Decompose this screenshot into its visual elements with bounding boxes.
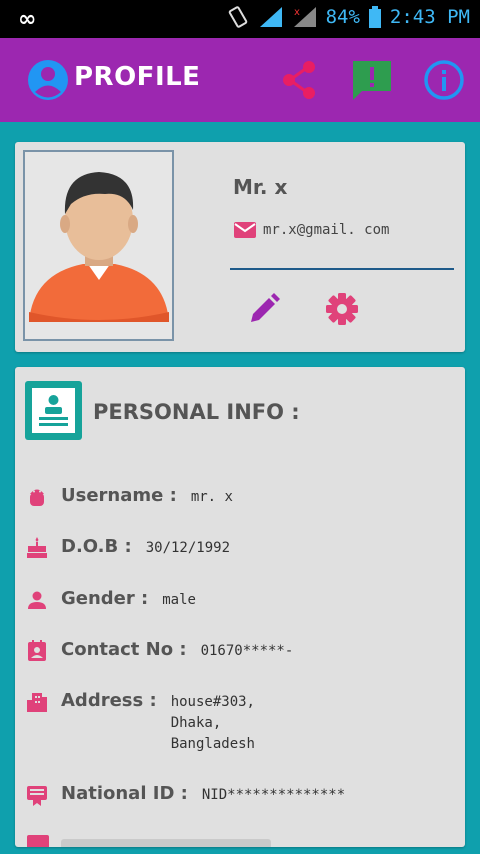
email-row: mr.x@gmail. com: [233, 220, 389, 240]
info-label: Contact No :: [61, 639, 187, 660]
info-row-username: Username : mr. x: [25, 485, 233, 509]
info-row-contact: Contact No : 01670*****-: [25, 639, 293, 663]
feedback-icon[interactable]: [350, 58, 394, 102]
partial-next-row-label: [61, 839, 271, 847]
infinity-icon: ∞: [18, 7, 37, 32]
building-icon: [27, 693, 47, 712]
settings-icon[interactable]: [325, 292, 359, 326]
personal-info-heading: PERSONAL INFO :: [93, 400, 300, 424]
divider: [230, 268, 454, 270]
personal-info-card: PERSONAL INFO : Username : mr. x D.O.B :…: [15, 367, 465, 847]
app-bar: PROFILE: [0, 38, 480, 122]
battery-percent: 84%: [325, 6, 360, 28]
info-icon[interactable]: [422, 58, 466, 102]
status-icons: x 84% 2:43 PM: [226, 5, 470, 29]
account-circle-icon[interactable]: [27, 59, 69, 101]
info-row-gender: Gender : male: [25, 588, 196, 612]
contact-icon: [28, 640, 46, 661]
info-value: 30/12/1992: [145, 540, 231, 556]
signal-icon: [259, 7, 282, 27]
vibrate-icon: [228, 6, 247, 28]
info-label: Address :: [61, 690, 157, 711]
info-label: Gender :: [61, 588, 149, 609]
share-icon[interactable]: [278, 58, 322, 102]
info-value: house#303, Dhaka, Bangladesh: [170, 694, 255, 752]
page-title: PROFILE: [74, 62, 201, 92]
edit-icon[interactable]: [247, 292, 281, 326]
signal-no-data-icon: x: [293, 7, 316, 27]
person-icon: [28, 591, 46, 609]
info-value: 01670*****-: [200, 643, 294, 659]
battery-icon: [368, 6, 381, 28]
mail-icon: [234, 222, 256, 238]
svg-text:x: x: [294, 7, 300, 18]
clock: 2:43 PM: [389, 6, 470, 28]
contact-card-icon: [25, 381, 82, 440]
info-value: male: [162, 592, 196, 608]
person-avatar-illustration: [29, 172, 169, 322]
info-row-dob: D.O.B : 30/12/1992: [25, 536, 230, 560]
profile-photo[interactable]: [23, 150, 174, 341]
info-value: NID**************: [201, 787, 346, 803]
android-icon: [30, 489, 44, 506]
profile-name: Mr. x: [233, 175, 288, 199]
info-label: National ID :: [61, 783, 188, 804]
info-row-address: Address : house#303, Dhaka, Bangladesh: [25, 690, 255, 755]
profile-email: mr.x@gmail. com: [263, 222, 390, 238]
partial-next-row-icon: [27, 835, 49, 847]
info-row-national-id: National ID : NID**************: [25, 783, 345, 807]
info-label: D.O.B :: [61, 536, 132, 557]
profile-card: Mr. x mr.x@gmail. com: [15, 142, 465, 352]
info-value: mr. x: [190, 489, 233, 505]
cake-icon: [27, 537, 47, 558]
id-card-icon: [27, 786, 47, 806]
info-label: Username :: [61, 485, 177, 506]
status-bar: ∞ x 84% 2:43 PM: [0, 0, 480, 38]
